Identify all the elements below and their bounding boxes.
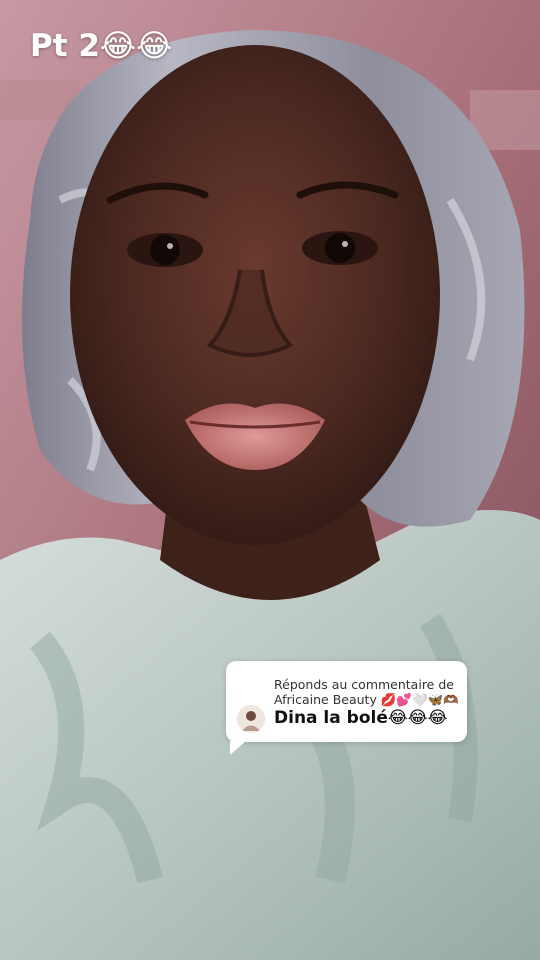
reply-comment-text: Dina la bolé😂😂😂 (274, 708, 448, 728)
reply-username: Africaine Beauty 💋💕🤍🦋🫶🏾 (274, 692, 459, 707)
video-caption: Pt 2😂😂 (30, 28, 173, 64)
comment-reply-sticker[interactable]: Réponds au commentaire de Africaine Beau… (226, 661, 467, 755)
reply-header-label: Réponds au commentaire de (274, 677, 454, 692)
video-background (0, 0, 540, 960)
user-avatar-icon (237, 705, 265, 733)
video-frame[interactable]: Pt 2😂😂 Réponds au commentaire de Africai… (0, 0, 540, 960)
